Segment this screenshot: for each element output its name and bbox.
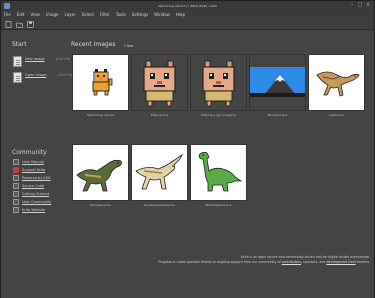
source-code-link[interactable]: Source Code	[13, 183, 44, 189]
recent-caption[interactable]: Mountain.kra	[250, 113, 305, 117]
open-image-icon	[13, 72, 22, 83]
dinosaur-artwork	[76, 159, 122, 192]
user-community-link[interactable]: User Community	[13, 199, 51, 205]
support-krita-link[interactable]: Support Krita	[13, 167, 45, 173]
footer-text: Krita is an open source and community-dr…	[1, 255, 370, 265]
recent-thumb-raptor[interactable]: raptor.kra	[308, 54, 365, 117]
menu-select[interactable]: Select	[82, 11, 94, 19]
krita-window: Swimming cat.kra [* (Mod) RGB] - Krita –…	[0, 0, 375, 298]
new-image-link[interactable]: New Image (Ctrl+N)	[13, 56, 70, 67]
clear-recent-link[interactable]: Clear	[124, 43, 134, 48]
menu-image[interactable]: Image	[46, 11, 59, 19]
recent-thumb-parasaurolophus[interactable]: Parasaurolophus.kra	[131, 144, 188, 207]
community-heading: Community	[12, 149, 47, 156]
recent-caption[interactable]: Kittycat_Logo_Copy.kra	[191, 113, 246, 117]
menu-settings[interactable]: Settings	[132, 11, 148, 19]
menu-file[interactable]: File	[4, 11, 11, 19]
community-icon	[13, 199, 19, 205]
krita-website-link[interactable]: Krita Website	[13, 207, 45, 213]
community-link-label[interactable]: User Community	[22, 200, 51, 204]
open-image-shortcut: (Ctrl+O)	[57, 73, 73, 77]
menu-view[interactable]: View	[30, 11, 40, 19]
menu-window[interactable]: Window	[154, 11, 170, 19]
footer-line-2: Progress is made possible thanks to ongo…	[1, 260, 370, 265]
parasaurolophus-artwork	[135, 153, 184, 190]
new-image-shortcut: (Ctrl+N)	[55, 57, 71, 61]
new-image-label[interactable]: New Image	[25, 57, 45, 61]
menu-tools[interactable]: Tools	[116, 11, 126, 19]
website-icon	[13, 207, 19, 213]
open-document-icon[interactable]	[16, 21, 23, 28]
recent-caption[interactable]: Swimming cat.kra	[73, 113, 128, 117]
community-link-label[interactable]: User Manual	[22, 160, 44, 164]
recent-images-heading: Recent Images	[71, 41, 116, 48]
title-bar[interactable]: Swimming cat.kra [* (Mod) RGB] - Krita –…	[1, 1, 374, 11]
development-fund-link[interactable]: development fund	[326, 260, 355, 264]
recent-thumb-swimming-cat[interactable]: Swimming cat.kra	[72, 54, 129, 117]
community-link-label[interactable]: Getting Started	[22, 192, 49, 196]
recent-thumb-dinosaurs[interactable]: Dinosaurs.kra	[72, 144, 129, 207]
window-title: Swimming cat.kra [* (Mod) RGB] - Krita	[158, 4, 217, 8]
new-image-icon	[13, 56, 22, 67]
close-icon[interactable]: ×	[365, 2, 371, 9]
recent-thumb-mountain[interactable]: Mountain.kra	[249, 54, 306, 117]
footer-text-b: , sponsors, and	[301, 260, 327, 264]
menu-filter[interactable]: Filter	[100, 11, 110, 19]
orange-cat-artwork	[92, 69, 113, 96]
open-image-link[interactable]: Open Image (Ctrl+O)	[13, 72, 72, 83]
code-icon	[13, 183, 19, 189]
recent-caption[interactable]: raptor.kra	[309, 113, 364, 117]
pink-cat-artwork	[143, 60, 176, 107]
menu-edit[interactable]: Edit	[17, 11, 25, 19]
welcome-page: Start New Image (Ctrl+N) Open Image (Ctr…	[1, 30, 374, 298]
start-heading: Start	[12, 41, 27, 48]
community-link-label[interactable]: Source Code	[22, 184, 44, 188]
footer-text-c: backers.	[355, 260, 370, 264]
recent-thumb-kittycat-copy[interactable]: Kittycat_Logo_Copy.kra	[190, 54, 247, 117]
community-link-label[interactable]: Powered by KDE	[22, 176, 51, 180]
kde-icon	[13, 175, 19, 181]
toolbar	[1, 19, 374, 30]
recent-caption[interactable]: Brontosaurus.kra	[191, 203, 246, 207]
raptor-artwork	[316, 71, 360, 97]
user-manual-link[interactable]: User Manual	[13, 159, 44, 165]
open-image-label[interactable]: Open Image	[25, 73, 46, 77]
footer-text-a: Progress is made possible thanks to ongo…	[158, 260, 282, 264]
getting-started-icon	[13, 191, 19, 197]
menu-bar: File Edit View Image Layer Select Filter…	[1, 11, 374, 19]
brontosaurus-artwork	[198, 151, 243, 192]
menu-layer[interactable]: Layer	[64, 11, 75, 19]
manual-icon	[13, 159, 19, 165]
recent-caption[interactable]: Parasaurolophus.kra	[132, 203, 187, 207]
recent-thumb-brontosaurus[interactable]: Brontosaurus.kra	[190, 144, 247, 207]
menu-help[interactable]: Help	[176, 11, 185, 19]
maximize-icon[interactable]: □	[357, 2, 363, 9]
minimize-icon[interactable]: –	[349, 2, 355, 9]
save-icon[interactable]	[27, 20, 34, 28]
pink-cat-artwork	[202, 60, 235, 107]
recent-thumb-kittycat[interactable]: Kittycat.kra	[131, 54, 188, 117]
powered-by-kde-link[interactable]: Powered by KDE	[13, 175, 51, 181]
heart-icon	[13, 167, 19, 173]
new-document-icon[interactable]	[5, 20, 12, 28]
recent-caption[interactable]: Kittycat.kra	[132, 113, 187, 117]
getting-started-link[interactable]: Getting Started	[13, 191, 49, 197]
contributors-link[interactable]: contributors	[282, 260, 301, 264]
mountain-artwork	[250, 67, 305, 97]
community-link-label[interactable]: Krita Website	[22, 208, 45, 212]
recent-caption[interactable]: Dinosaurs.kra	[73, 203, 128, 207]
community-link-label[interactable]: Support Krita	[22, 168, 45, 172]
